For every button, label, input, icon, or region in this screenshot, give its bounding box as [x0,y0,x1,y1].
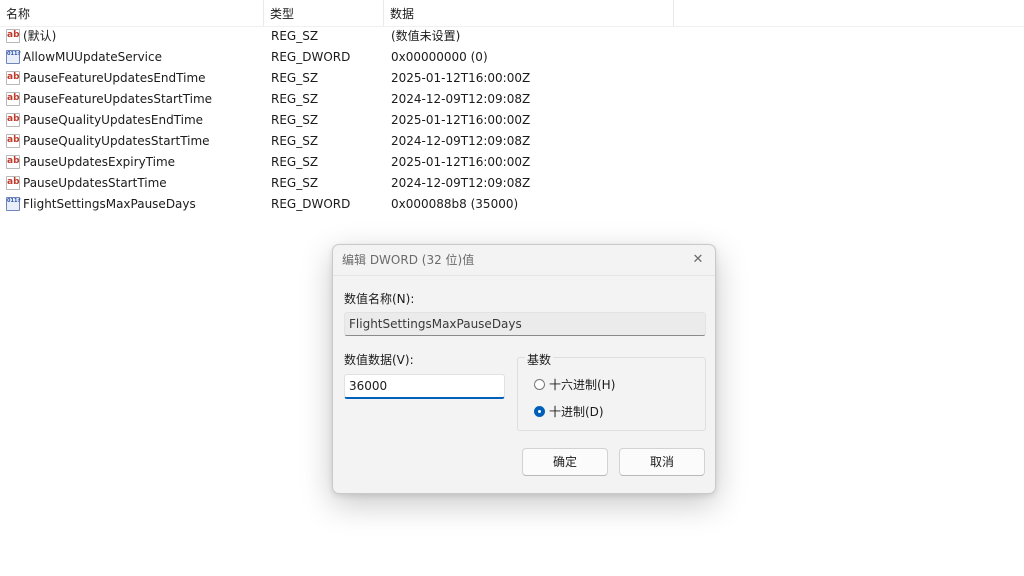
value-name-label: 数值名称(N): [344,292,415,306]
value-type-cell: REG_SZ [271,29,319,43]
value-data-cell: 2024-12-09T12:09:08Z [391,92,531,106]
value-name-cell[interactable]: PauseQualityUpdatesEndTime [6,110,203,131]
value-name-text: (默认) [23,29,57,43]
value-name-cell[interactable]: PauseQualityUpdatesStartTime [6,131,210,152]
value-name-cell[interactable]: PauseUpdatesStartTime [6,173,167,194]
table-row[interactable]: PauseQualityUpdatesEndTime REG_SZ 2025-01-… [0,110,1024,131]
value-data-cell: 2024-12-09T12:09:08Z [391,176,531,190]
value-type-cell: REG_DWORD [271,197,351,211]
table-row[interactable]: FlightSettingsMaxPauseDays REG_DWORD 0x000… [0,194,1024,215]
value-data-cell: 2025-01-12T16:00:00Z [391,113,531,127]
value-name-text: FlightSettingsMaxPauseDays [23,197,196,211]
column-header-data[interactable]: 数据 [384,0,674,26]
value-type-cell: REG_SZ [271,134,319,148]
reg-string-icon [6,92,20,106]
table-row[interactable]: PauseUpdatesExpiryTime REG_SZ 2025-01-12T1… [0,152,1024,173]
value-name-text: PauseUpdatesStartTime [23,176,167,190]
radio-hex-circle[interactable] [534,379,545,390]
ok-button[interactable]: 确定 [522,448,608,476]
base-group [517,357,706,431]
value-name-field[interactable]: FlightSettingsMaxPauseDays [344,312,706,336]
dialog-titlebar[interactable]: 编辑 DWORD (32 位)值 ✕ [333,245,715,276]
column-header-name[interactable]: 名称 [0,0,264,26]
value-data-label: 数值数据(V): [344,353,414,367]
value-data-cell: 2025-01-12T16:00:00Z [391,71,531,85]
value-type-cell: REG_DWORD [271,50,351,64]
value-data-input[interactable] [344,374,505,399]
radio-dec-label: 十进制(D) [549,405,604,419]
value-name-text: AllowMUUpdateService [23,50,162,64]
value-data-cell: 0x00000000 (0) [391,50,488,64]
value-type-cell: REG_SZ [271,155,319,169]
value-name-cell[interactable]: PauseUpdatesExpiryTime [6,152,175,173]
value-name-cell[interactable]: PauseFeatureUpdatesStartTime [6,89,212,110]
value-data-cell: 0x000088b8 (35000) [391,197,519,211]
registry-value-list: 名称 类型 数据 (默认) REG_SZ (数值未设置) AllowMUUpdateS… [0,0,1024,240]
table-row[interactable]: PauseUpdatesStartTime REG_SZ 2024-12-09T12… [0,173,1024,194]
reg-string-icon [6,29,20,43]
table-row[interactable]: (默认) REG_SZ (数值未设置) [0,26,1024,47]
table-row[interactable]: PauseFeatureUpdatesStartTime REG_SZ 2024-1… [0,89,1024,110]
reg-dword-icon [6,50,20,64]
value-type-cell: REG_SZ [271,176,319,190]
radio-hex-label: 十六进制(H) [549,378,616,392]
edit-dword-dialog: 编辑 DWORD (32 位)值 ✕ 数值名称(N): FlightSettin… [332,244,716,494]
value-name-cell[interactable]: FlightSettingsMaxPauseDays [6,194,196,215]
value-name-cell[interactable]: (默认) [6,26,56,47]
value-name-cell[interactable]: AllowMUUpdateService [6,47,162,68]
value-name-text: PauseUpdatesExpiryTime [23,155,176,169]
base-group-title: 基数 [525,351,554,368]
list-header: 名称 类型 数据 [0,0,1024,27]
value-type-cell: REG_SZ [271,71,319,85]
value-name-text: PauseFeatureUpdatesStartTime [23,92,213,106]
reg-string-icon [6,155,20,169]
value-type-cell: REG_SZ [271,92,319,106]
cancel-button[interactable]: 取消 [619,448,705,476]
value-name-text: PauseQualityUpdatesEndTime [23,113,204,127]
reg-string-icon [6,113,20,127]
reg-string-icon [6,71,20,85]
table-row[interactable]: PauseFeatureUpdatesEndTime REG_SZ 2025-01-… [0,68,1024,89]
value-data-cell: (数值未设置) [391,29,461,43]
list-rows: (默认) REG_SZ (数值未设置) AllowMUUpdateService REG… [0,26,1024,215]
reg-string-icon [6,176,20,190]
value-name-text: PauseFeatureUpdatesEndTime [23,71,206,85]
reg-dword-icon [6,197,20,211]
value-type-cell: REG_SZ [271,113,319,127]
table-row[interactable]: AllowMUUpdateService REG_DWORD 0x00000000 … [0,47,1024,68]
column-header-type[interactable]: 类型 [264,0,384,26]
value-data-cell: 2024-12-09T12:09:08Z [391,134,531,148]
close-icon[interactable]: ✕ [687,249,709,271]
value-name-cell[interactable]: PauseFeatureUpdatesEndTime [6,68,206,89]
reg-string-icon [6,134,20,148]
value-data-cell: 2025-01-12T16:00:00Z [391,155,531,169]
table-row[interactable]: PauseQualityUpdatesStartTime REG_SZ 2024-1… [0,131,1024,152]
radio-dec-circle[interactable] [534,406,545,417]
dialog-title: 编辑 DWORD (32 位)值 [342,253,475,267]
value-name-text: PauseQualityUpdatesStartTime [23,134,210,148]
